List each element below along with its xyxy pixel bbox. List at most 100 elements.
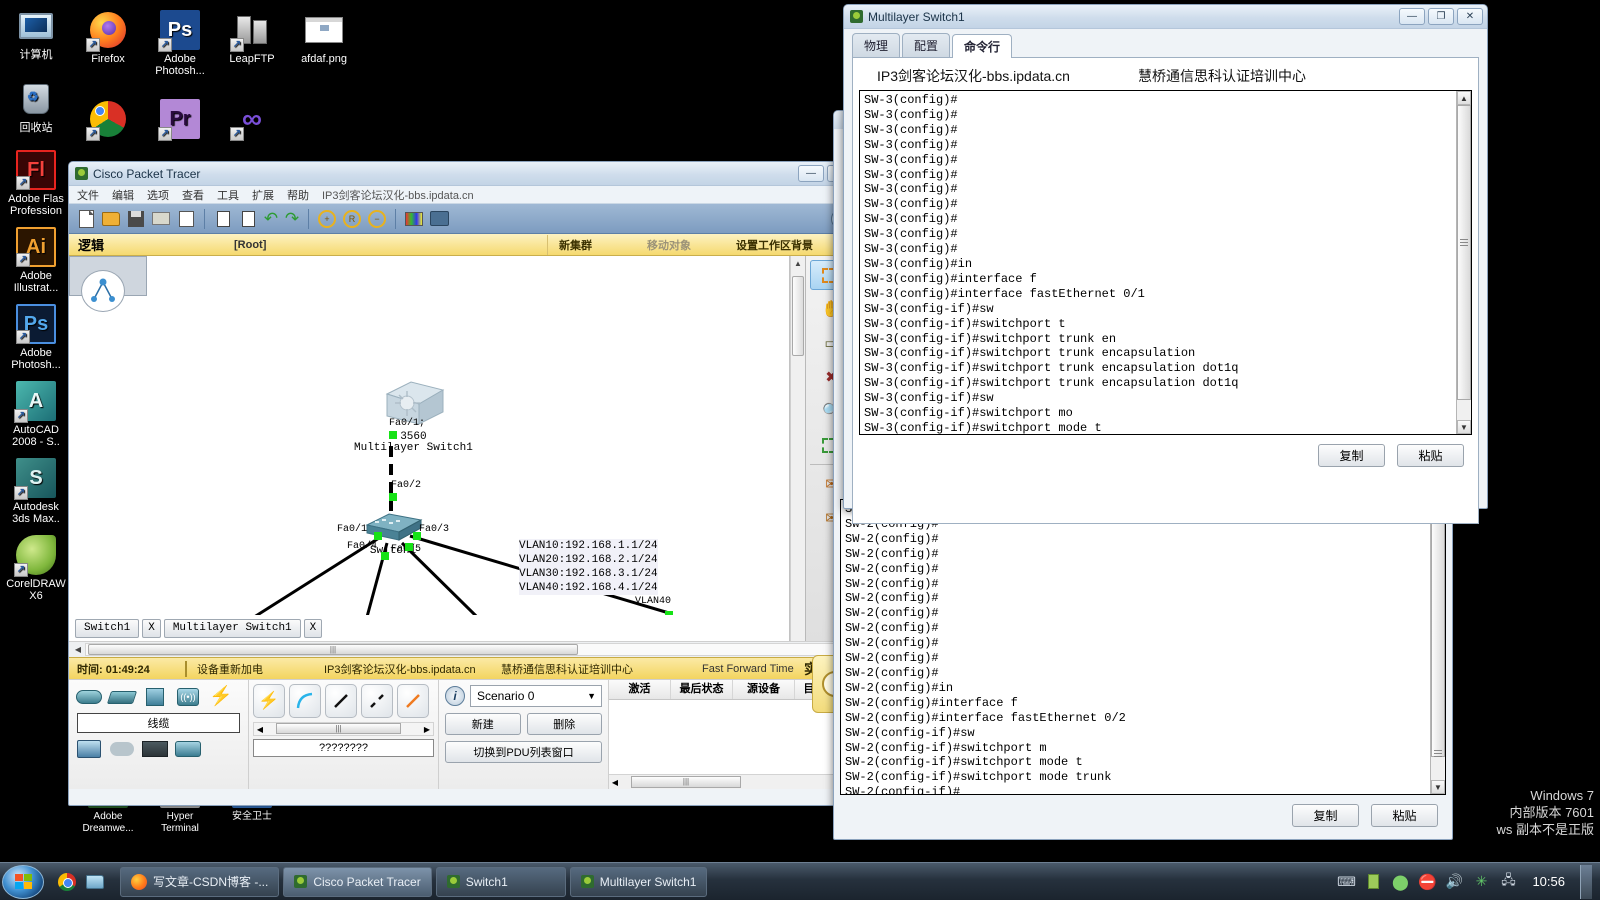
- window-controls[interactable]: — ❐ ✕: [1399, 8, 1487, 25]
- maximize-button[interactable]: ❐: [1428, 8, 1454, 25]
- multilayer-switch1-tabs[interactable]: 物理 配置 命令行: [844, 29, 1487, 58]
- packet-tracer-workspace-bar[interactable]: 逻辑 [Root] 新集群 移动对象 设置工作区背景 视图区: [69, 224, 870, 268]
- desktop-icon-leapftp[interactable]: ↗ LeapFTP: [216, 6, 288, 77]
- scroll-up-arrow[interactable]: ▲: [791, 256, 805, 271]
- fiber-cable-button[interactable]: [397, 684, 429, 718]
- hub-icon[interactable]: [141, 686, 169, 708]
- battery-icon[interactable]: [1364, 873, 1382, 891]
- menu-tools[interactable]: 工具: [217, 187, 239, 203]
- undo-button[interactable]: ↶: [262, 210, 280, 227]
- device-category-row-2[interactable]: [75, 736, 242, 762]
- taskbar-buttons[interactable]: 写文章-CSDN博客 -... Cisco Packet Tracer Swit…: [120, 866, 708, 897]
- scenario-buttons[interactable]: 新建 删除: [445, 713, 602, 735]
- scroll-left-arrow[interactable]: ◀: [71, 645, 85, 654]
- taskbar-item-multilayer-switch1[interactable]: Multilayer Switch1: [569, 866, 708, 897]
- canvas-vertical-scrollbar[interactable]: ▲: [790, 256, 805, 641]
- activity-wizard-button[interactable]: [175, 208, 197, 230]
- connections-icon[interactable]: ⚡: [207, 686, 235, 708]
- scroll-thumb[interactable]: [1431, 514, 1445, 757]
- paste-button[interactable]: [237, 208, 259, 230]
- quick-launch[interactable]: [56, 871, 106, 893]
- switch1-console-text[interactable]: SW-2(config)# SW-2(config)# SW-2(config)…: [841, 500, 1430, 794]
- desktop-icon-recycle-bin[interactable]: ♻ 回收站: [0, 79, 72, 134]
- connection-scrollbar[interactable]: ◀ ||| ▶: [253, 722, 434, 736]
- fast-forward-time-button[interactable]: Fast Forward Time: [702, 663, 794, 675]
- taskbar-item-packet-tracer[interactable]: Cisco Packet Tracer: [283, 866, 432, 897]
- packet-tracer-title-bar[interactable]: Cisco Packet Tracer — ❐: [69, 162, 857, 186]
- connection-type-panel[interactable]: ⚡ ◀ ||| ▶ ????????: [249, 680, 439, 789]
- cisco-packet-tracer-window[interactable]: Cisco Packet Tracer — ❐ 文件 编辑 选项 查看 工具 扩…: [68, 161, 870, 806]
- scroll-thumb[interactable]: [1457, 105, 1471, 400]
- scroll-thumb[interactable]: |||: [276, 723, 401, 734]
- console-scrollbar[interactable]: ▲ ▼: [1456, 91, 1471, 434]
- scroll-track[interactable]: |||: [85, 643, 841, 656]
- taskbar-item-switch1[interactable]: Switch1: [435, 866, 566, 897]
- menu-extensions[interactable]: 扩展: [252, 187, 274, 203]
- wireless-icon[interactable]: ((•)): [174, 686, 202, 708]
- switch-icon[interactable]: [106, 686, 138, 708]
- pdu-horizontal-scrollbar[interactable]: ◀ ||| ▶: [609, 774, 857, 789]
- scroll-left-arrow[interactable]: ◀: [254, 725, 266, 734]
- scroll-thumb[interactable]: |||: [631, 775, 741, 788]
- desktop-icon-photoshop-2[interactable]: Ps ↗ Adobe Photosh...: [144, 6, 216, 77]
- quicklaunch-explorer-icon[interactable]: [84, 871, 106, 893]
- show-desktop-button[interactable]: [1580, 864, 1592, 899]
- multilayer-switch1-window[interactable]: Multilayer Switch1 — ❐ ✕ 物理 配置 命令行 IP3剑客…: [843, 4, 1488, 524]
- desktop-icon-visual-studio[interactable]: ∞ ↗: [216, 95, 288, 142]
- delete-scenario-button[interactable]: 删除: [526, 713, 602, 735]
- scroll-track[interactable]: |||: [266, 723, 421, 735]
- automatic-cable-button[interactable]: ⚡: [253, 684, 285, 718]
- multilayer-switch1-console-text[interactable]: SW-3(config)# SW-3(config)# SW-3(config)…: [860, 91, 1456, 434]
- save-button[interactable]: [125, 208, 147, 230]
- new-file-button[interactable]: [75, 208, 97, 230]
- copper-straight-cable-button[interactable]: [325, 684, 357, 718]
- taskbar-item-csdn-blog[interactable]: 写文章-CSDN博客 -...: [120, 866, 280, 897]
- tab-config[interactable]: 配置: [902, 33, 951, 57]
- workspace-mode-label[interactable]: 逻辑: [78, 235, 104, 254]
- print-button[interactable]: [150, 208, 172, 230]
- tab-cli[interactable]: 命令行: [952, 34, 1013, 58]
- windows-taskbar[interactable]: 写文章-CSDN博客 -... Cisco Packet Tracer Swit…: [0, 862, 1600, 900]
- new-cluster-button[interactable]: 新集群: [559, 237, 592, 253]
- switch1-console[interactable]: SW-2(config)# SW-2(config)# SW-2(config)…: [840, 499, 1446, 795]
- desktop-icon-3ds-max[interactable]: S ↗ Autodesk 3ds Max..: [0, 458, 72, 525]
- toggle-pdu-list-window-button[interactable]: 切换到PDU列表窗口: [445, 741, 602, 763]
- new-scenario-button[interactable]: 新建: [445, 713, 521, 735]
- copy-button[interactable]: [212, 208, 234, 230]
- menu-help[interactable]: 帮助: [287, 187, 309, 203]
- custom-devices-button[interactable]: [428, 208, 450, 230]
- no-entry-icon[interactable]: ⛔: [1418, 873, 1437, 891]
- device-multilayer-switch1[interactable]: 3560 Multilayer Switch1: [354, 378, 473, 454]
- desktop-icon-coreldraw[interactable]: ↗ CorelDRAW X6: [0, 535, 72, 602]
- system-tray[interactable]: ⌨ ⬤ ⛔ 🔊 ✳ 🖧 10:56: [1337, 864, 1600, 899]
- desktop-icon-adobe-flash[interactable]: Fl ↗ Adobe Flas Profession: [0, 150, 72, 217]
- volume-icon[interactable]: 🔊: [1445, 873, 1463, 891]
- multiuser-icon[interactable]: [174, 738, 202, 760]
- close-icon[interactable]: ✕: [1457, 8, 1483, 25]
- shield-icon[interactable]: ⬤: [1391, 873, 1409, 891]
- console-cable-button[interactable]: [289, 684, 321, 718]
- scroll-left-arrow[interactable]: ◀: [609, 778, 621, 787]
- menu-view[interactable]: 查看: [182, 187, 204, 203]
- topology-canvas[interactable]: 3560 Multilayer Switch1 Fa0/1; VLAN10:19…: [69, 256, 790, 641]
- desktop-icon-premiere[interactable]: Pr ↗: [144, 95, 216, 142]
- router-icon[interactable]: [75, 686, 103, 708]
- tab-physical[interactable]: 物理: [852, 33, 901, 57]
- network-icon[interactable]: 🖧: [1499, 872, 1517, 891]
- scenario-panel[interactable]: i Scenario 0 ▼ 新建 删除 切换到PDU列表窗口: [439, 680, 609, 789]
- scenario-row[interactable]: i Scenario 0 ▼: [445, 685, 602, 707]
- zoom-out-button[interactable]: −: [366, 208, 388, 230]
- switch1-console-buttons[interactable]: 复制 粘贴: [834, 795, 1452, 827]
- start-button[interactable]: [2, 864, 44, 899]
- packet-tracer-menu-bar[interactable]: 文件 编辑 选项 查看 工具 扩展 帮助 IP3剑客论坛汉化-bbs.ipdat…: [69, 186, 857, 204]
- packet-tracer-toolbar[interactable]: ↶ ↷ + R − i: [69, 204, 857, 234]
- end-devices-icon[interactable]: [75, 738, 103, 760]
- redo-button[interactable]: ↷: [283, 210, 301, 227]
- scroll-thumb[interactable]: |||: [88, 644, 578, 655]
- menu-options[interactable]: 选项: [147, 187, 169, 203]
- copper-crossover-cable-button[interactable]: [361, 684, 393, 718]
- multilayer-switch1-console[interactable]: SW-3(config)# SW-3(config)# SW-3(config)…: [859, 90, 1472, 435]
- open-device-tabs[interactable]: Switch1 X Multilayer Switch1 X: [69, 615, 789, 641]
- device-tab-multilayer-switch1[interactable]: Multilayer Switch1: [163, 618, 301, 638]
- palette-button[interactable]: [403, 208, 425, 230]
